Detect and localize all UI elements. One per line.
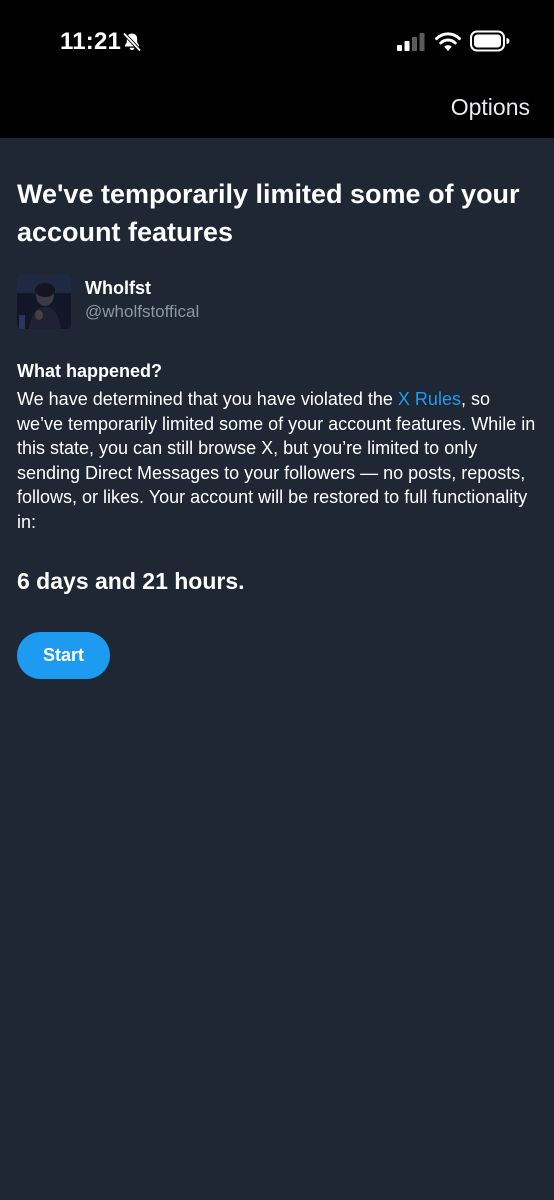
avatar-image xyxy=(17,275,71,329)
x-rules-link[interactable]: X Rules xyxy=(398,389,461,409)
start-button[interactable]: Start xyxy=(17,632,110,679)
battery-icon xyxy=(470,30,510,52)
bell-slash-icon xyxy=(122,32,142,52)
status-bar: 11:21 xyxy=(0,0,554,84)
display-name: Wholfst xyxy=(85,278,151,298)
options-button[interactable]: Options xyxy=(451,92,530,122)
description-text-part-1: We have determined that you have violate… xyxy=(17,389,398,409)
profile-card: Wholfst @wholfstoffical xyxy=(17,275,537,331)
top-bar: 11:21 Options xyxy=(0,0,554,138)
wifi-icon xyxy=(435,32,461,51)
status-time: 11:21 xyxy=(60,28,122,55)
what-happened-heading: What happened? xyxy=(17,361,162,381)
user-handle: @wholfstoffical xyxy=(85,302,200,321)
page-title: We've temporarily limited some of your a… xyxy=(17,179,520,247)
violation-description: We have determined that you have violate… xyxy=(17,387,537,534)
description-text-part-2: , so we’ve temporarily limited some of y… xyxy=(17,389,536,532)
restriction-countdown: 6 days and 21 hours. xyxy=(17,568,245,594)
main-content: We've temporarily limited some of your a… xyxy=(17,138,537,679)
avatar xyxy=(17,275,71,329)
signal-icon xyxy=(397,33,425,51)
